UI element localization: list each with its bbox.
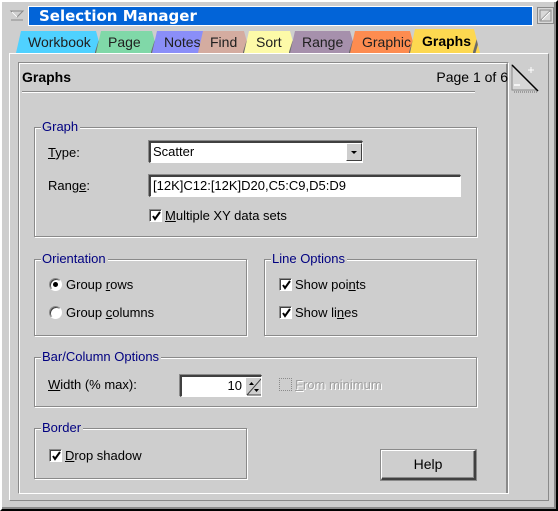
page-indicator: Page 1 of 6 bbox=[436, 69, 508, 85]
border-group-legend: Border bbox=[41, 420, 84, 436]
range-label-colon: : bbox=[86, 178, 90, 193]
show-points-mnemonic: n bbox=[348, 277, 356, 292]
from-minimum-text: rom minimum bbox=[302, 377, 382, 392]
window-menu-button[interactable] bbox=[8, 6, 26, 24]
show-lines-label[interactable]: Show lines bbox=[295, 305, 358, 320]
orientation-group-legend: Orientation bbox=[41, 251, 108, 267]
show-lines-text-end: es bbox=[344, 305, 358, 320]
from-minimum-checkbox[interactable] bbox=[279, 378, 292, 391]
multiple-xy-checkbox[interactable] bbox=[149, 209, 162, 222]
orientation-group: Orientation bbox=[34, 251, 247, 336]
show-points-label[interactable]: Show points bbox=[295, 277, 366, 292]
tab-label: Graphs bbox=[422, 33, 472, 49]
width-label-text: idth (% max): bbox=[60, 377, 137, 392]
tab-label: Workbook bbox=[28, 34, 91, 50]
show-points-text-end: ts bbox=[355, 277, 366, 292]
help-button[interactable]: Help bbox=[380, 449, 477, 481]
width-spinbox[interactable]: 10 bbox=[180, 375, 262, 397]
tab-find[interactable]: Find bbox=[198, 31, 250, 53]
show-lines-checkbox[interactable] bbox=[279, 306, 292, 319]
group-columns-text-end: olumns bbox=[112, 305, 155, 320]
line-options-group-legend: Line Options bbox=[271, 251, 347, 267]
group-columns-label[interactable]: Group columns bbox=[66, 305, 154, 320]
graph-type-dropdown-button[interactable] bbox=[346, 143, 362, 161]
show-points-text: Show poi bbox=[295, 277, 349, 292]
title-bar[interactable]: Selection Manager bbox=[28, 6, 533, 26]
type-label: Type: bbox=[48, 145, 80, 160]
checkmark-icon bbox=[282, 308, 291, 318]
tab-graphic[interactable]: Graphic bbox=[350, 31, 416, 53]
checkmark-icon bbox=[152, 211, 161, 221]
width-spin-button[interactable] bbox=[245, 377, 261, 396]
from-minimum-mnemonic: F bbox=[295, 377, 303, 392]
multiple-xy-label[interactable]: Multiple XY data sets bbox=[165, 208, 287, 223]
show-lines-text: Show li bbox=[295, 305, 337, 320]
window-menu-icon bbox=[9, 10, 25, 21]
page-turn-control[interactable] bbox=[511, 63, 539, 93]
graph-group-legend: Graph bbox=[41, 119, 81, 135]
drop-shadow-label[interactable]: Drop shadow bbox=[65, 448, 142, 463]
range-label: Range: bbox=[48, 178, 90, 193]
checkmark-icon bbox=[52, 451, 61, 461]
tab-page[interactable]: Page bbox=[96, 31, 158, 53]
checkmark-icon bbox=[282, 280, 291, 290]
type-label-text: ype: bbox=[55, 145, 80, 160]
graph-type-select[interactable]: Scatter bbox=[149, 141, 363, 163]
tab-label: Graphic bbox=[362, 34, 412, 50]
page-turn-icon bbox=[511, 63, 539, 93]
tab-workbook[interactable]: Workbook bbox=[16, 31, 102, 53]
width-label: Width (% max): bbox=[48, 377, 137, 392]
group-rows-text: Group bbox=[66, 277, 106, 292]
group-rows-text-end: ows bbox=[110, 277, 134, 292]
width-value: 10 bbox=[227, 378, 242, 393]
resize-icon bbox=[539, 9, 552, 22]
tab-label: Find bbox=[210, 34, 238, 50]
page-title: Graphs bbox=[22, 69, 72, 85]
range-label-text: Rang bbox=[48, 178, 80, 193]
group-rows-label[interactable]: Group rows bbox=[66, 277, 133, 292]
chevron-down-icon bbox=[351, 151, 357, 154]
group-columns-radio[interactable] bbox=[49, 306, 62, 319]
tab-sort[interactable]: Sort bbox=[244, 31, 296, 53]
drop-shadow-mnemonic: D bbox=[65, 448, 75, 463]
tab-label: Sort bbox=[256, 34, 282, 50]
bar-column-group-legend: Bar/Column Options bbox=[41, 349, 162, 365]
show-points-checkbox[interactable] bbox=[279, 278, 292, 291]
spin-arrows-icon bbox=[246, 378, 261, 396]
range-value: [12K]C12:[12K]D20,C5:C9,D5:D9 bbox=[153, 178, 346, 193]
tab-range[interactable]: Range bbox=[290, 31, 356, 53]
multiple-xy-mnemonic: M bbox=[165, 208, 176, 223]
drop-shadow-text: rop shadow bbox=[74, 448, 142, 463]
graph-type-value: Scatter bbox=[153, 144, 195, 159]
tab-label: Page bbox=[108, 34, 141, 50]
drop-shadow-checkbox[interactable] bbox=[49, 449, 62, 462]
tab-label: Range bbox=[302, 34, 344, 50]
group-rows-radio[interactable] bbox=[49, 278, 62, 291]
from-minimum-label: From minimum bbox=[295, 377, 382, 392]
title-divider bbox=[22, 91, 475, 93]
multiple-xy-text: ultiple XY data sets bbox=[175, 208, 287, 223]
range-input[interactable]: [12K]C12:[12K]D20,C5:C9,D5:D9 bbox=[149, 175, 461, 197]
tab-graphs[interactable]: Graphs bbox=[410, 29, 480, 53]
line-options-group: Line Options bbox=[264, 251, 477, 336]
resize-button[interactable] bbox=[537, 7, 554, 24]
tab-label: Notes bbox=[164, 34, 201, 50]
radio-selected-dot bbox=[53, 282, 58, 287]
group-columns-text: Group bbox=[66, 305, 106, 320]
width-label-mnemonic: W bbox=[48, 377, 61, 392]
